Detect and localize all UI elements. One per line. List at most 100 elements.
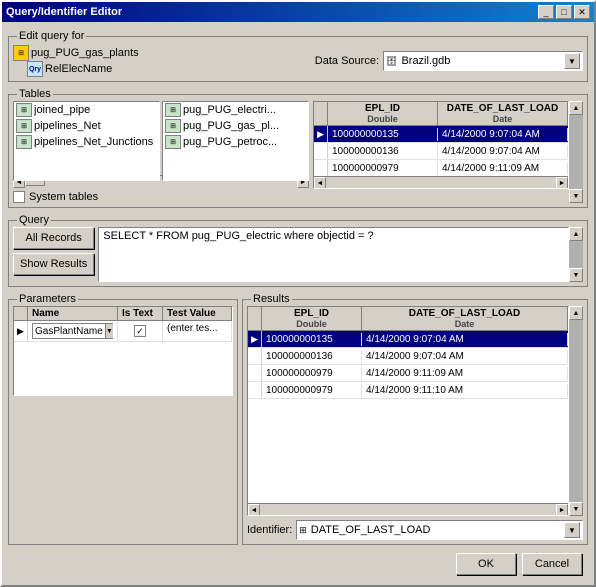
left-tables-list[interactable]: ⊞ joined_pipe ⊞ pipelines_Net ⊞ pipeline…: [13, 101, 160, 181]
list-item[interactable]: ⊞ pipelines_Net_Junctions: [14, 134, 159, 150]
params-row-indicator: ▶: [14, 321, 28, 341]
result-row[interactable]: 100000000979 4/14/2000 9:11:10 AM: [248, 382, 568, 399]
datasource-row: Data Source: 🗄 Brazil.gdb ▼: [147, 51, 583, 71]
query-icon: Qry: [27, 61, 43, 77]
result-row[interactable]: 100000000979 4/14/2000 9:11:09 AM: [248, 365, 568, 382]
close-button[interactable]: ✕: [574, 5, 590, 19]
identifier-combo[interactable]: ⊞ DATE_OF_LAST_LOAD ▼: [296, 520, 583, 540]
table-row[interactable]: 100000000136 4/14/2000 9:07:04 AM: [314, 143, 568, 160]
grid-h-scrollbar[interactable]: ◄ ►: [314, 176, 568, 188]
h-scroll-left[interactable]: ◄: [314, 177, 326, 189]
tables-col-date: DATE_OF_LAST_LOAD Date: [438, 102, 568, 125]
row-indicator: [314, 143, 328, 159]
show-results-button[interactable]: Show Results: [13, 253, 94, 275]
params-row[interactable]: ▶ GasPlantName ▼ ✓ (enter tes...: [14, 321, 232, 342]
database-icon: ⊞: [13, 45, 29, 61]
results-col-date-name: DATE_OF_LAST_LOAD: [366, 308, 563, 319]
v-scroll-up[interactable]: ▲: [569, 101, 583, 115]
row-indicator: ▶: [314, 126, 328, 142]
tables-data-grid: EPL_ID Double DATE_OF_LAST_LOAD Date: [313, 101, 569, 189]
params-testval-cell[interactable]: (enter tes...: [163, 321, 232, 341]
tree-parent-label: pug_PUG_gas_plants: [31, 47, 139, 59]
title-bar: Query/Identifier Editor _ □ ✕: [2, 2, 594, 22]
identifier-dropdown-arrow[interactable]: ▼: [564, 522, 580, 538]
table-row[interactable]: ▶ 100000000135 4/14/2000 9:07:04 AM: [314, 126, 568, 143]
system-tables-row: System tables: [13, 191, 309, 203]
identifier-row: Identifier: ⊞ DATE_OF_LAST_LOAD ▼: [247, 520, 583, 540]
tables-v-scrollbar[interactable]: ▲ ▼: [569, 101, 583, 203]
table-icon: ⊞: [165, 103, 181, 117]
ok-button[interactable]: OK: [456, 553, 516, 575]
epl-id-cell: 100000000135: [262, 333, 362, 346]
query-sql-text: SELECT * FROM pug_PUG_electric where obj…: [103, 230, 564, 242]
epl-id-cell: 100000000135: [328, 128, 438, 141]
tables-grid-header: EPL_ID Double DATE_OF_LAST_LOAD Date: [314, 102, 568, 126]
list-item[interactable]: ⊞ pug_PUG_petroc...: [163, 134, 308, 150]
h-scroll-right[interactable]: ►: [556, 177, 568, 189]
identifier-label: Identifier:: [247, 524, 292, 536]
bottom-panels: Parameters Name Is Text Test Value ▶: [8, 291, 588, 545]
v-scroll-track: [569, 241, 583, 268]
v-scroll-up[interactable]: ▲: [569, 306, 583, 320]
row-indicator: ▶: [248, 331, 262, 347]
table-icon: ⊞: [16, 119, 32, 133]
minimize-button[interactable]: _: [538, 5, 554, 19]
window-content: Edit query for ⊞ pug_PUG_gas_plants Qry …: [2, 22, 594, 585]
params-col-testval: Test Value: [163, 307, 232, 320]
query-text-area[interactable]: SELECT * FROM pug_PUG_electric where obj…: [98, 227, 569, 282]
query-label: Query: [17, 214, 51, 226]
right-tables-list[interactable]: ⊞ pug_PUG_electri... ⊞ pug_PUG_gas_pl...…: [162, 101, 309, 181]
params-indicator-header: [14, 307, 28, 320]
list-item[interactable]: ⊞ pug_PUG_gas_pl...: [163, 118, 308, 134]
list-item[interactable]: ⊞ pug_PUG_electri...: [163, 102, 308, 118]
tables-col-epl-id-name: EPL_ID: [332, 103, 433, 114]
datasource-dropdown-arrow[interactable]: ▼: [564, 53, 580, 69]
v-scroll-down[interactable]: ▼: [569, 268, 583, 282]
all-records-button[interactable]: All Records: [13, 227, 94, 249]
v-scroll-track: [569, 115, 583, 189]
list-item[interactable]: ⊞ pipelines_Net: [14, 118, 159, 134]
query-v-scrollbar[interactable]: ▲ ▼: [569, 227, 583, 282]
cancel-button[interactable]: Cancel: [522, 553, 582, 575]
epl-id-cell: 100000000979: [328, 162, 438, 175]
date-cell: 4/14/2000 9:07:04 AM: [438, 128, 568, 141]
date-cell: 4/14/2000 9:11:09 AM: [362, 367, 568, 380]
params-combo-dropdown[interactable]: ▼: [105, 324, 113, 338]
results-col-date-type: Date: [366, 319, 563, 329]
params-grid: Name Is Text Test Value ▶ GasPlantName ▼: [13, 306, 233, 396]
system-tables-checkbox[interactable]: [13, 191, 25, 203]
list-item[interactable]: ⊞ joined_pipe: [14, 102, 159, 118]
result-row[interactable]: 100000000136 4/14/2000 9:07:04 AM: [248, 348, 568, 365]
date-cell: 4/14/2000 9:07:04 AM: [438, 145, 568, 158]
table-icon: ⊞: [165, 135, 181, 149]
epl-id-cell: 100000000979: [262, 384, 362, 397]
results-h-scrollbar[interactable]: ◄ ►: [248, 503, 568, 515]
results-v-scrollbar[interactable]: ▲ ▼: [569, 306, 583, 516]
results-grid-header: EPL_ID Double DATE_OF_LAST_LOAD Date: [248, 307, 568, 331]
table-row[interactable]: 100000000979 4/14/2000 9:11:09 AM: [314, 160, 568, 176]
maximize-button[interactable]: □: [556, 5, 572, 19]
table-icon: ⊞: [16, 135, 32, 149]
v-scroll-up[interactable]: ▲: [569, 227, 583, 241]
table-name: pug_PUG_gas_pl...: [183, 120, 279, 132]
table-icon: ⊞: [16, 103, 32, 117]
edit-query-label: Edit query for: [17, 30, 86, 42]
params-istext-checkbox[interactable]: ✓: [134, 325, 146, 337]
results-indicator-header: [248, 307, 262, 330]
tables-col-date-name: DATE_OF_LAST_LOAD: [442, 103, 563, 114]
tables-grid-indicator-header: [314, 102, 328, 125]
h-scroll-right[interactable]: ►: [556, 504, 568, 516]
row-indicator: [248, 348, 262, 364]
datasource-combo[interactable]: 🗄 Brazil.gdb ▼: [383, 51, 583, 71]
h-scroll-left[interactable]: ◄: [248, 504, 260, 516]
row-indicator: [248, 365, 262, 381]
v-scroll-down[interactable]: ▼: [569, 189, 583, 203]
results-col-epl-id-name: EPL_ID: [266, 308, 357, 319]
result-row[interactable]: ▶ 100000000135 4/14/2000 9:07:04 AM: [248, 331, 568, 348]
tables-col-date-type: Date: [442, 114, 563, 124]
query-buttons: All Records Show Results: [13, 227, 94, 282]
params-name-combo[interactable]: GasPlantName ▼: [32, 323, 113, 339]
tables-grid-area: EPL_ID Double DATE_OF_LAST_LOAD Date: [313, 101, 583, 203]
v-scroll-down[interactable]: ▼: [569, 502, 583, 516]
tables-section: Tables ⊞ joined_pipe ⊞ pipeli: [8, 94, 588, 208]
